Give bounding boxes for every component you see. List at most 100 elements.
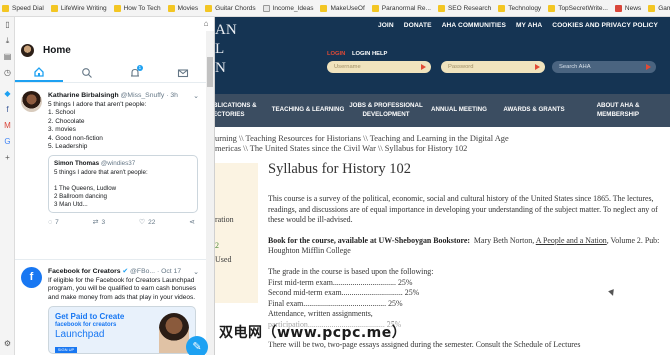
tab-home[interactable] <box>15 63 63 82</box>
tab-messages[interactable] <box>159 63 207 82</box>
bookmark-item[interactable]: News <box>614 4 642 12</box>
bookmark-label: News <box>624 4 642 12</box>
bookmark-item[interactable]: Guitar Chords <box>205 4 256 12</box>
folder-icon <box>2 4 9 12</box>
twitter-icon[interactable]: ◆ <box>3 89 12 98</box>
add-panel-icon[interactable]: + <box>3 153 12 162</box>
bookmark-item[interactable]: Technology <box>498 4 542 12</box>
menu-awards[interactable]: AWARDS & GRANTS <box>499 106 569 115</box>
bookmark-item[interactable]: Games <box>648 4 670 12</box>
password-field[interactable]: Password <box>441 61 545 73</box>
bookmark-item[interactable]: Speed Dial <box>2 4 44 12</box>
bookmark-item[interactable]: MakeUseOf <box>320 4 365 12</box>
home-icon <box>34 66 44 77</box>
bookmark-label: Technology <box>508 4 542 12</box>
share-button[interactable]: ⋖ <box>189 218 198 226</box>
tweet-author[interactable]: Katharine Birbalsingh <box>48 92 119 99</box>
nav-cookies[interactable]: COOKIES AND PRIVACY POLICY <box>552 22 658 29</box>
tweet[interactable]: Katharine Birbalsingh @Miss_Snuffy · 3h … <box>15 91 207 226</box>
promo-card[interactable]: Get Paid to Create facebook for creators… <box>48 306 196 355</box>
folder-icon <box>614 4 622 12</box>
menu-annual-meeting[interactable]: ANNUAL MEETING <box>427 106 491 115</box>
menu-jobs[interactable]: JOBS & PROFESSIONAL DEVELOPMENT <box>349 102 423 119</box>
bookmark-label: Income_Ideas <box>272 4 314 12</box>
download-icon[interactable]: ⤓ <box>3 36 12 45</box>
twitter-tabs: 1 <box>15 63 207 83</box>
bookmark-label: Games <box>658 4 670 12</box>
mail-icon <box>177 68 189 77</box>
aha-logo[interactable]: AN L N <box>215 21 237 78</box>
panel-home-icon[interactable]: ⌂ <box>201 19 211 29</box>
scrollbar-thumb[interactable] <box>207 57 213 87</box>
folder-icon <box>437 4 445 12</box>
google-icon[interactable]: G <box>3 137 12 146</box>
menu-publications[interactable]: BLICATIONS & ECTORIES <box>215 102 259 119</box>
submit-arrow-icon[interactable] <box>535 64 540 70</box>
folder-icon <box>320 4 328 12</box>
facebook-logo-icon[interactable]: f <box>21 267 42 288</box>
bookmark-item[interactable]: Income_Ideas <box>262 4 314 12</box>
folder-icon <box>648 4 656 12</box>
login-row: LOGIN LOGIN HELP <box>327 51 387 57</box>
username-field[interactable]: Username <box>327 61 431 73</box>
folder-icon <box>50 4 58 12</box>
signup-button[interactable]: SIGN UP <box>55 347 77 354</box>
breadcrumb-row[interactable]: mericas \\ The United States since the C… <box>215 143 467 155</box>
history-icon[interactable]: ◷ <box>3 68 12 77</box>
notification-badge: 1 <box>136 65 143 71</box>
nav-my-aha[interactable]: MY AHA <box>516 22 542 29</box>
compose-tweet-button[interactable]: ✎ <box>186 336 208 355</box>
bookmark-item[interactable]: How To Tech <box>113 4 161 12</box>
folder-icon <box>262 4 270 12</box>
search-icon <box>82 67 92 78</box>
login-help-link[interactable]: LOGIN HELP <box>352 51 387 57</box>
tab-notifications[interactable]: 1 <box>111 63 159 82</box>
bookmark-item[interactable]: Paranormal Re... <box>371 4 431 12</box>
twitter-feed: Katharine Birbalsingh @Miss_Snuffy · 3h … <box>15 84 207 355</box>
bookmarks-bar: Speed Dial LifeWire Writing How To Tech Mov… <box>0 0 670 17</box>
avatar[interactable] <box>21 43 34 57</box>
intro-paragraph: This course is a survey of the political… <box>268 194 658 225</box>
scrollbar[interactable] <box>206 31 214 355</box>
chevron-down-icon[interactable]: ⌄ <box>193 268 199 276</box>
quote-text: 5 things I adore that aren't people: 1 T… <box>54 169 148 209</box>
divider <box>15 259 207 260</box>
verified-icon: ✔ <box>122 268 129 275</box>
tweet[interactable]: f Facebook for Creators ✔ @FBo... · Oct … <box>15 267 207 355</box>
nav-communities[interactable]: AHA COMMUNITIES <box>442 22 506 29</box>
facebook-icon[interactable]: f <box>3 105 12 114</box>
tweet-header: Facebook for Creators ✔ @FBo... · Oct 17 <box>48 268 182 275</box>
tweet-author[interactable]: Facebook for Creators <box>48 268 121 275</box>
bookmark-icon[interactable]: ▯ <box>3 20 12 29</box>
watermark: 双电网（www.pcpc.me） <box>217 322 409 342</box>
site-header: AN L N JOIN DONATE AHA COMMUNITIES MY AH… <box>215 17 670 94</box>
book-title[interactable]: A People and a Nation <box>536 236 607 245</box>
menu-about[interactable]: ABOUT AHA & MEMBERSHIP <box>586 102 650 119</box>
nav-join[interactable]: JOIN <box>378 22 394 29</box>
folder-icon <box>113 4 121 12</box>
search-arrow-icon[interactable] <box>646 64 651 70</box>
login-link[interactable]: LOGIN <box>327 51 345 57</box>
tweet-actions: ◌ 7 ⇄ 3 ♡ 22 ⋖ <box>48 218 198 227</box>
quoted-tweet[interactable]: Simon Thomas @windies37 5 things I adore… <box>48 155 198 214</box>
bookmark-item[interactable]: TopSecretWrite... <box>548 4 608 12</box>
gmail-icon[interactable]: M <box>3 121 12 130</box>
tweet-handle[interactable]: @FBo... <box>130 268 155 275</box>
tweet-avatar[interactable] <box>21 91 42 112</box>
panel-toolbar: ⌂ <box>15 17 214 31</box>
quote-author: Simon Thomas <box>54 160 100 168</box>
chevron-down-icon[interactable]: ⌄ <box>193 92 199 100</box>
notes-icon[interactable]: ▤ <box>3 52 12 61</box>
nav-donate[interactable]: DONATE <box>404 22 432 29</box>
search-input[interactable]: Search AHA <box>552 61 656 73</box>
reply-button[interactable]: ◌ 7 <box>48 218 59 226</box>
tab-search[interactable] <box>63 63 111 82</box>
like-button[interactable]: ♡ 22 <box>139 218 156 227</box>
tweet-handle[interactable]: @Miss_Snuffy <box>121 92 165 99</box>
bookmark-item[interactable]: SEO Research <box>437 4 491 12</box>
bookmark-item[interactable]: Movies <box>167 4 198 12</box>
bookmark-item[interactable]: LifeWire Writing <box>50 4 107 12</box>
retweet-button[interactable]: ⇄ 3 <box>93 218 106 227</box>
menu-teaching[interactable]: TEACHING & LEARNING <box>271 106 345 115</box>
settings-icon[interactable]: ⚙ <box>3 339 12 348</box>
